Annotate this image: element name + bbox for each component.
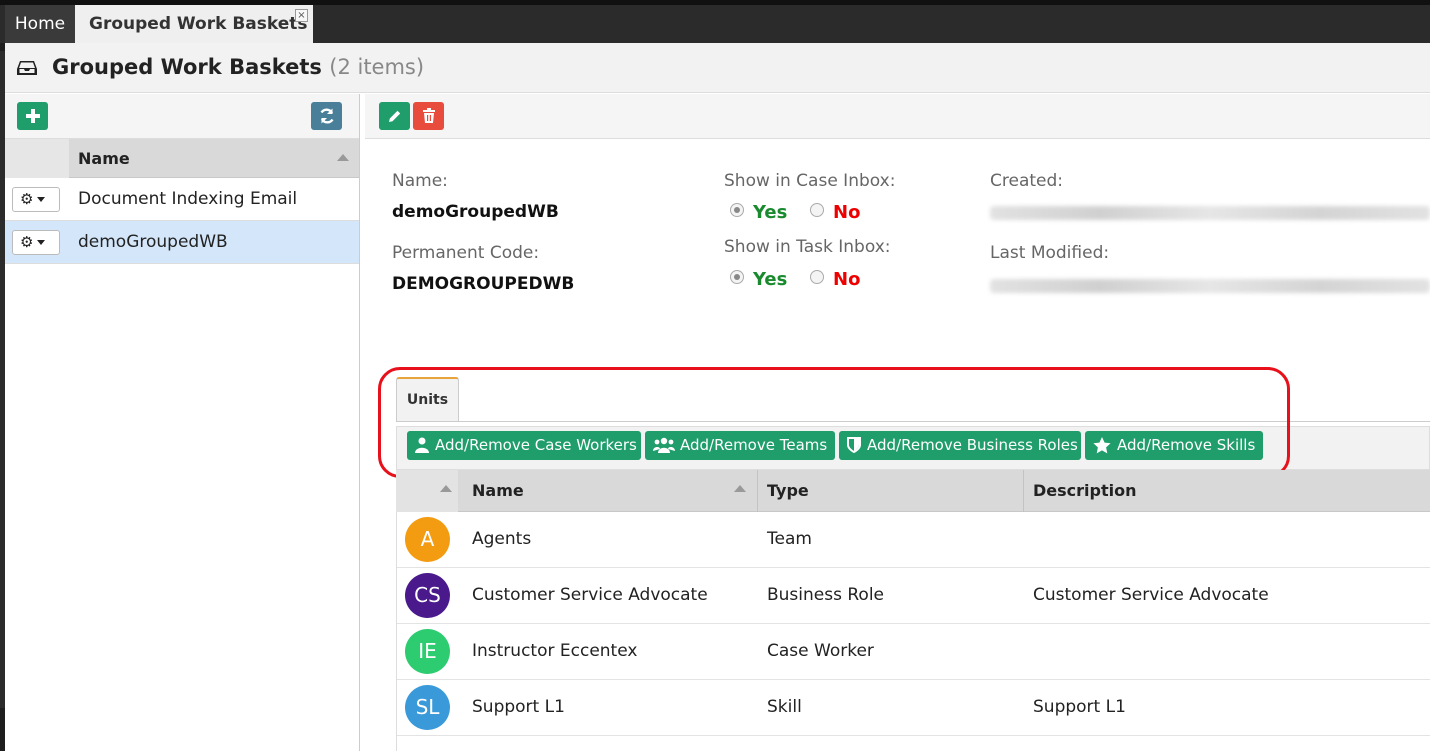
- table-row[interactable]: IE Instructor Eccentex Case Worker: [396, 624, 1430, 680]
- unit-description: Support L1: [1033, 697, 1126, 717]
- sort-asc-icon[interactable]: [440, 485, 452, 492]
- column-divider[interactable]: [1023, 470, 1024, 512]
- tab-grouped-work-baskets[interactable]: Grouped Work Baskets: [75, 5, 313, 43]
- case-inbox-yes-radio[interactable]: [730, 203, 744, 217]
- unit-name: Agents: [472, 529, 532, 549]
- tab-bar: Home Grouped Work Baskets ×: [0, 0, 1430, 43]
- list-item[interactable]: ⚙ Document Indexing Email: [5, 178, 359, 221]
- unit-type: Business Role: [767, 585, 884, 605]
- pencil-icon: [388, 110, 400, 122]
- task-inbox-no-radio[interactable]: [810, 270, 824, 284]
- table-row[interactable]: SL Support L1 Skill Support L1: [396, 680, 1430, 736]
- row-actions-button[interactable]: ⚙: [12, 230, 60, 255]
- permanent-code-label: Permanent Code:: [392, 243, 540, 263]
- unit-type: Case Worker: [767, 641, 874, 661]
- gear-icon: ⚙: [20, 233, 34, 251]
- annotation-highlight: [378, 367, 1290, 478]
- page-title: Grouped Work Baskets (2 items): [52, 55, 424, 79]
- case-inbox-yes-label: Yes: [753, 202, 788, 223]
- unit-type: Skill: [767, 697, 802, 717]
- unit-description: Customer Service Advocate: [1033, 585, 1269, 605]
- plus-icon: [25, 109, 40, 123]
- case-inbox-no-label: No: [833, 202, 861, 223]
- name-value: demoGroupedWB: [392, 202, 559, 222]
- refresh-button[interactable]: [311, 102, 342, 130]
- avatar: CS: [405, 573, 450, 618]
- chevron-down-icon: [37, 197, 46, 202]
- task-inbox-yes-radio[interactable]: [730, 270, 744, 284]
- unit-type: Team: [767, 529, 812, 549]
- table-row[interactable]: CS Customer Service Advocate Business Ro…: [396, 568, 1430, 624]
- case-inbox-no-radio[interactable]: [810, 203, 824, 217]
- main-area: Grouped Work Baskets (2 items) Name ⚙ Do…: [5, 43, 1430, 751]
- basket-list-panel: Name ⚙ Document Indexing Email ⚙ demoGro…: [5, 94, 360, 751]
- window-left-edge: [0, 51, 5, 708]
- avatar: SL: [405, 685, 450, 730]
- case-inbox-label: Show in Case Inbox:: [724, 171, 896, 191]
- avatar: IE: [405, 629, 450, 674]
- page-header: Grouped Work Baskets (2 items): [5, 43, 1430, 93]
- last-modified-label: Last Modified:: [990, 243, 1110, 263]
- avatar: A: [405, 517, 450, 562]
- detail-toolbar: [365, 94, 1430, 139]
- column-header-description[interactable]: Description: [1033, 481, 1136, 500]
- task-inbox-yes-label: Yes: [753, 269, 788, 290]
- unit-name: Support L1: [472, 697, 565, 717]
- list-toolbar: [5, 94, 359, 139]
- created-value-redacted: [990, 206, 1430, 220]
- detail-panel: Name: demoGroupedWB Permanent Code: DEMO…: [365, 94, 1430, 751]
- units-grid-header: Name Type Description: [396, 470, 1430, 512]
- column-divider[interactable]: [757, 470, 758, 512]
- row-actions-button[interactable]: ⚙: [12, 187, 60, 212]
- list-header-actions: [5, 139, 69, 178]
- column-header-type[interactable]: Type: [767, 481, 809, 500]
- add-button[interactable]: [17, 102, 48, 130]
- refresh-icon: [319, 108, 334, 124]
- inbox-icon: [17, 61, 37, 75]
- close-icon[interactable]: ×: [295, 9, 308, 22]
- item-count: (2 items): [329, 55, 425, 79]
- created-label: Created:: [990, 171, 1064, 191]
- column-header-name[interactable]: Name: [472, 481, 524, 500]
- chevron-down-icon: [37, 240, 46, 245]
- task-inbox-label: Show in Task Inbox:: [724, 237, 891, 257]
- list-item[interactable]: ⚙ demoGroupedWB: [5, 221, 359, 264]
- last-modified-value-redacted: [990, 279, 1430, 293]
- grid-left-border: [396, 512, 397, 751]
- unit-name: Instructor Eccentex: [472, 641, 638, 661]
- page-title-text: Grouped Work Baskets: [52, 55, 322, 79]
- list-header-name: Name: [78, 149, 130, 168]
- table-row[interactable]: A Agents Team: [396, 512, 1430, 568]
- tab-home[interactable]: Home: [5, 5, 75, 43]
- list-header[interactable]: Name: [5, 139, 359, 178]
- name-label: Name:: [392, 171, 448, 191]
- sort-asc-icon[interactable]: [337, 154, 349, 161]
- edit-button[interactable]: [379, 102, 410, 130]
- delete-button[interactable]: [413, 102, 444, 130]
- list-item-label: demoGroupedWB: [78, 232, 228, 252]
- sort-asc-icon[interactable]: [734, 485, 746, 492]
- permanent-code-value: DEMOGROUPEDWB: [392, 274, 575, 294]
- trash-icon: [422, 108, 435, 123]
- gear-icon: ⚙: [20, 190, 34, 208]
- task-inbox-no-label: No: [833, 269, 861, 290]
- list-item-label: Document Indexing Email: [78, 189, 298, 209]
- unit-name: Customer Service Advocate: [472, 585, 708, 605]
